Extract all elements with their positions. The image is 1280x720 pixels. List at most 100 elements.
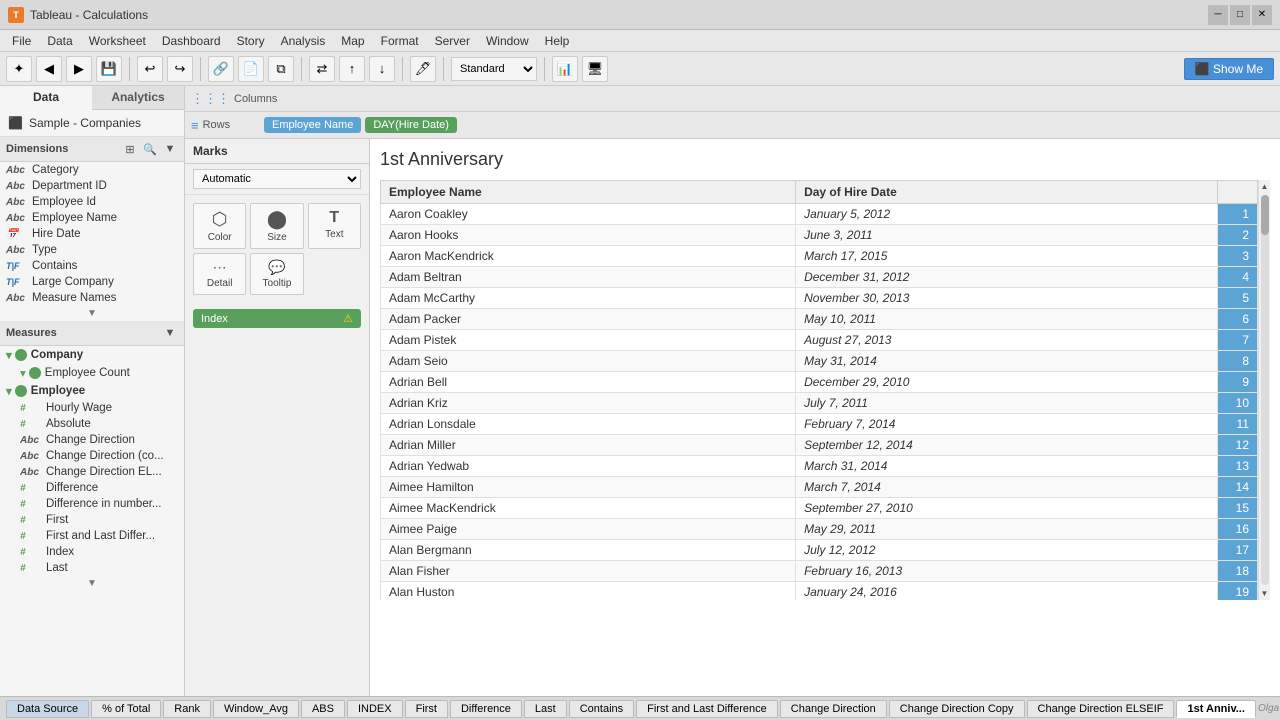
measure-hourly-wage[interactable]: # Hourly Wage — [0, 400, 184, 416]
dimensions-more-btn[interactable]: ▼ — [162, 141, 178, 157]
toolbar-chart[interactable]: 📊 — [552, 56, 578, 82]
toolbar-swap[interactable]: ⇄ — [309, 56, 335, 82]
scroll-up-icon[interactable]: ▲ — [1259, 180, 1270, 193]
menu-file[interactable]: File — [4, 32, 39, 50]
toolbar-save[interactable]: 💾 — [96, 56, 122, 82]
dimensions-list: Abc Category Abc Department ID Abc Emplo… — [0, 162, 184, 321]
field-label: Category — [32, 164, 79, 176]
toolbar-forward[interactable]: ▶ — [66, 56, 92, 82]
measure-difference[interactable]: # Difference — [0, 480, 184, 496]
menu-worksheet[interactable]: Worksheet — [81, 32, 154, 50]
tab-percent-total[interactable]: % of Total — [91, 700, 161, 718]
menu-help[interactable]: Help — [537, 32, 578, 50]
marks-text-btn[interactable]: T Text — [308, 203, 361, 249]
marks-tooltip-btn[interactable]: 💬 Tooltip — [250, 253, 303, 295]
field-large-company[interactable]: T|F Large Company — [0, 274, 184, 290]
field-employee-name[interactable]: Abc Employee Name — [0, 210, 184, 226]
scroll-down-icon[interactable]: ▼ — [1259, 587, 1270, 600]
marks-size-btn[interactable]: ⬤ Size — [250, 203, 303, 249]
toolbar-back[interactable]: ◀ — [36, 56, 62, 82]
dimensions-search-btn[interactable]: 🔍 — [142, 141, 158, 157]
cell-name: Adam Pistek — [381, 330, 796, 351]
toolbar-add-ds[interactable]: 🔗 — [208, 56, 234, 82]
marks-type-selector[interactable]: Automatic Bar Line Circle Text — [185, 164, 369, 195]
tab-first[interactable]: First — [405, 700, 448, 718]
tab-data[interactable]: Data — [0, 86, 92, 110]
group-label: Company — [31, 349, 83, 361]
tab-last[interactable]: Last — [524, 700, 567, 718]
detail-icon: ⋯ — [213, 259, 227, 276]
tab-data-source[interactable]: Data Source — [6, 700, 89, 718]
field-contains[interactable]: T|F Contains — [0, 258, 184, 274]
close-button[interactable]: ✕ — [1252, 5, 1272, 25]
menu-story[interactable]: Story — [229, 32, 273, 50]
minimize-button[interactable]: ─ — [1208, 5, 1228, 25]
measure-group-company[interactable]: ▾ Company — [0, 346, 184, 364]
tab-change-dir-elseif[interactable]: Change Direction ELSEIF — [1027, 700, 1175, 718]
index-pill[interactable]: Index ⚠ — [193, 309, 361, 328]
tab-window-avg[interactable]: Window_Avg — [213, 700, 299, 718]
field-employee-id[interactable]: Abc Employee Id — [0, 194, 184, 210]
tab-contains[interactable]: Contains — [569, 700, 634, 718]
menu-window[interactable]: Window — [478, 32, 537, 50]
measure-change-direction[interactable]: Abc Change Direction — [0, 432, 184, 448]
show-me-button[interactable]: ⬛ Show Me — [1184, 58, 1274, 80]
field-category[interactable]: Abc Category — [0, 162, 184, 178]
toolbar-sort-asc[interactable]: ↑ — [339, 56, 365, 82]
measure-first-last-diff[interactable]: # First and Last Differ... — [0, 528, 184, 544]
tab-index[interactable]: INDEX — [347, 700, 403, 718]
row-pill-employee-name[interactable]: Employee Name — [264, 117, 361, 133]
toolbar-present[interactable]: 🖥 — [582, 56, 608, 82]
measure-index[interactable]: # Index — [0, 544, 184, 560]
menu-analysis[interactable]: Analysis — [273, 32, 334, 50]
measure-last[interactable]: # Last — [0, 560, 184, 576]
measure-change-direction-co[interactable]: Abc Change Direction (co... — [0, 448, 184, 464]
measure-employee-count[interactable]: ▾ Employee Count — [0, 364, 184, 382]
dimensions-scroll-down[interactable]: ▼ — [0, 306, 184, 321]
scroll-thumb[interactable] — [1261, 195, 1269, 235]
tab-change-dir-copy[interactable]: Change Direction Copy — [889, 700, 1025, 718]
row-pill-hire-date[interactable]: DAY(Hire Date) — [365, 117, 457, 133]
toolbar-new[interactable]: ✦ — [6, 56, 32, 82]
toolbar-redo[interactable]: ↪ — [167, 56, 193, 82]
measure-change-direction-el[interactable]: Abc Change Direction EL... — [0, 464, 184, 480]
standard-dropdown[interactable]: Standard Fit Width Fit Height Entire Vie… — [451, 57, 537, 81]
measures-expand-btn[interactable]: ▼ — [162, 325, 178, 341]
tableau-icon: T — [8, 7, 24, 23]
menu-server[interactable]: Server — [427, 32, 478, 50]
measures-scroll-down[interactable]: ▼ — [0, 576, 184, 591]
table-scroll[interactable]: Employee Name Day of Hire Date Aaron Coa… — [380, 180, 1258, 600]
tab-difference[interactable]: Difference — [450, 700, 522, 718]
field-type[interactable]: Abc Type — [0, 242, 184, 258]
menu-data[interactable]: Data — [39, 32, 80, 50]
toolbar-highlight[interactable]: 🖊 — [410, 56, 436, 82]
dimensions-grid-btn[interactable]: ⊞ — [122, 141, 138, 157]
maximize-button[interactable]: □ — [1230, 5, 1250, 25]
field-department-id[interactable]: Abc Department ID — [0, 178, 184, 194]
measure-difference-number[interactable]: # Difference in number... — [0, 496, 184, 512]
menu-format[interactable]: Format — [373, 32, 427, 50]
toolbar-undo[interactable]: ↩ — [137, 56, 163, 82]
measure-first[interactable]: # First — [0, 512, 184, 528]
tab-rank[interactable]: Rank — [163, 700, 211, 718]
toolbar-sort-desc[interactable]: ↓ — [369, 56, 395, 82]
window-controls[interactable]: ─ □ ✕ — [1208, 5, 1272, 25]
tab-first-last-diff[interactable]: First and Last Difference — [636, 700, 778, 718]
vertical-scrollbar[interactable]: ▲ ▼ — [1258, 180, 1270, 600]
tab-abs[interactable]: ABS — [301, 700, 345, 718]
toolbar-new-ws[interactable]: 📄 — [238, 56, 264, 82]
marks-detail-btn[interactable]: ⋯ Detail — [193, 253, 246, 295]
menu-dashboard[interactable]: Dashboard — [154, 32, 229, 50]
menu-map[interactable]: Map — [333, 32, 372, 50]
measure-absolute[interactable]: # Absolute — [0, 416, 184, 432]
marks-type-dropdown[interactable]: Automatic Bar Line Circle Text — [193, 169, 361, 189]
tab-change-dir[interactable]: Change Direction — [780, 700, 887, 718]
tab-1st-anniv[interactable]: 1st Anniv... — [1176, 700, 1255, 718]
field-hire-date[interactable]: 📅 Hire Date — [0, 226, 184, 242]
toolbar-dup-ws[interactable]: ⧉ — [268, 56, 294, 82]
field-measure-names[interactable]: Abc Measure Names — [0, 290, 184, 306]
marks-color-btn[interactable]: ⬡ Color — [193, 203, 246, 249]
data-source-item[interactable]: ⬛ Sample - Companies — [0, 110, 184, 137]
tab-analytics[interactable]: Analytics — [92, 86, 184, 109]
measure-group-employee[interactable]: ▾ Employee — [0, 382, 184, 400]
